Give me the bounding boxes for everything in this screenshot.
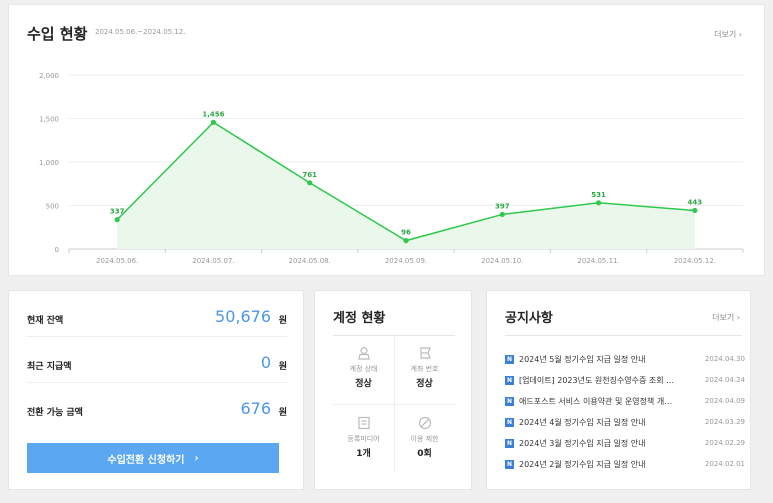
balance-row-convertible: 전환 가능 금액 676 원: [27, 389, 287, 429]
data-label: 443: [688, 198, 703, 206]
notice-item-title: 2024년 4월 정기수입 지급 일정 안내: [519, 418, 646, 427]
chevron-right-icon: ›: [194, 452, 199, 464]
account-cell-label: 계좌 번호: [410, 365, 439, 373]
data-point: [114, 217, 120, 223]
new-badge-icon: N: [505, 397, 514, 406]
notice-item[interactable]: N [업데이트] 2023년도 원천징수영수증 조회 … 2024.04.24: [505, 374, 745, 388]
bank-card-icon: [419, 347, 431, 359]
earnings-card: 수입 현황 2024.05.06.~2024.05.12. 더보기 › 0 500…: [8, 4, 765, 276]
account-cell-value: 정상: [355, 379, 372, 389]
balance-row-current: 현재 잔액 50,676 원: [27, 297, 287, 337]
account-cell-value: 0회: [417, 449, 432, 459]
balance-unit: 원: [278, 408, 287, 418]
account-restriction-cell: 이용 제한 0회: [394, 406, 455, 470]
balance-unit: 원: [278, 362, 287, 372]
balance-value: 676: [240, 399, 271, 418]
data-label: 337: [110, 208, 125, 216]
account-cell-label: 이용 제한: [410, 435, 439, 443]
earnings-chart: 0 500 1,000 1,500 2,000 2024.05.06. 2024.05.07…: [39, 72, 744, 265]
balance-card: 현재 잔액 50,676 원 최근 지급액 0 원 전환 가능 금액 676 원…: [8, 290, 304, 490]
balance-row-recent-payment: 최근 지급액 0 원: [27, 343, 287, 383]
divider: [505, 335, 742, 336]
data-label: 1,456: [202, 110, 224, 118]
account-media-cell: 등록미디어 1개: [333, 406, 394, 470]
data-label: 96: [401, 229, 411, 237]
balance-label: 전환 가능 금액: [27, 408, 83, 418]
data-point: [403, 238, 409, 244]
data-label: 397: [495, 202, 510, 210]
notice-item-date: 2024.04.24: [704, 376, 745, 384]
notice-item-title: 2024년 5월 정기수입 지급 일정 안내: [519, 355, 646, 364]
account-status-grid: 계정 상태 정상 계좌 번호 정상 등록미디어 1개 이용 제한 0회: [333, 335, 455, 475]
data-point: [307, 180, 313, 186]
account-cell-value: 정상: [416, 379, 433, 389]
account-cell-value: 1개: [356, 449, 371, 459]
x-tick-label: 2024.05.06.: [96, 257, 138, 265]
account-cell-label: 등록미디어: [347, 435, 380, 443]
data-point: [595, 200, 602, 206]
balance-value: 0: [260, 353, 271, 372]
notice-item[interactable]: N 2024년 4월 정기수입 지급 일정 안내 2024.03.29: [505, 416, 745, 430]
notice-item-date: 2024.04.09: [704, 397, 745, 405]
balance-unit: 원: [278, 316, 287, 326]
notice-more-link[interactable]: 더보기 ›: [712, 312, 740, 323]
new-badge-icon: N: [505, 460, 514, 469]
notice-item-date: 2024.04.30: [704, 355, 745, 363]
new-badge-icon: N: [505, 376, 514, 385]
document-icon: [357, 416, 370, 430]
y-tick-label: 0: [55, 246, 59, 254]
data-point: [692, 207, 698, 214]
y-tick-label: 2,000: [39, 72, 59, 80]
notice-item-date: 2024.02.01: [704, 460, 745, 468]
notice-title: 공지사항: [505, 311, 553, 326]
y-tick-label: 1,000: [39, 159, 59, 167]
account-status-card: 계정 현황 계정 상태 정상 계좌 번호 정상 등록미디어 1개 이용 제한 0…: [314, 290, 472, 490]
data-label: 531: [591, 191, 606, 199]
x-tick-label: 2024.05.12.: [674, 257, 716, 265]
data-point: [210, 119, 217, 125]
earnings-more-link[interactable]: 더보기 ›: [714, 29, 742, 40]
convert-earnings-button[interactable]: 수입전환 신청하기 ›: [27, 443, 279, 473]
new-badge-icon: N: [505, 355, 514, 364]
notice-item-date: 2024.03.29: [704, 418, 745, 426]
new-badge-icon: N: [505, 439, 514, 448]
balance-label: 최근 지급액: [27, 362, 72, 372]
earnings-date-range: 2024.05.06.~2024.05.12.: [95, 28, 186, 36]
notice-item-title: 애드포스트 서비스 이용약관 및 운영정책 개…: [519, 397, 673, 406]
user-icon: [357, 346, 370, 360]
notice-card: 공지사항 더보기 › N 2024년 5월 정기수입 지급 일정 안내 2024…: [486, 290, 751, 490]
data-point: [499, 211, 505, 218]
y-tick-label: 500: [46, 203, 59, 211]
convert-button-label: 수입전환 신청하기: [107, 454, 185, 466]
earnings-title: 수입 현황: [27, 25, 88, 43]
account-status-cell: 계정 상태 정상: [333, 336, 394, 400]
data-label: 761: [302, 171, 317, 179]
x-tick-label: 2024.05.11.: [577, 257, 619, 265]
x-tick-label: 2024.05.08.: [289, 257, 331, 265]
notice-item-title: 2024년 2월 정기수입 지급 일정 안내: [519, 460, 646, 469]
new-badge-icon: N: [505, 418, 514, 427]
y-tick-label: 1,500: [39, 116, 59, 124]
account-title: 계정 현황: [333, 311, 386, 326]
account-cell-label: 계정 상태: [349, 365, 378, 373]
notice-item-title: 2024년 3월 정기수입 지급 일정 안내: [519, 439, 646, 448]
notice-item-date: 2024.02.29: [704, 439, 745, 447]
block-icon: [418, 416, 431, 430]
x-tick-label: 2024.05.10.: [481, 257, 523, 265]
balance-value: 50,676: [215, 307, 271, 326]
x-tick-label: 2024.05.09.: [385, 257, 427, 265]
notice-item[interactable]: N 2024년 2월 정기수입 지급 일정 안내 2024.02.01: [505, 458, 745, 472]
balance-label: 현재 잔액: [27, 316, 64, 326]
notice-item[interactable]: N 2024년 5월 정기수입 지급 일정 안내 2024.04.30: [505, 353, 745, 367]
account-bank-cell: 계좌 번호 정상: [394, 336, 455, 400]
notice-item-title: [업데이트] 2023년도 원천징수영수증 조회 …: [519, 376, 675, 385]
notice-item[interactable]: N 2024년 3월 정기수입 지급 일정 안내 2024.02.29: [505, 437, 745, 451]
x-tick-label: 2024.05.07.: [192, 257, 234, 265]
notice-item[interactable]: N 애드포스트 서비스 이용약관 및 운영정책 개… 2024.04.09: [505, 395, 745, 409]
